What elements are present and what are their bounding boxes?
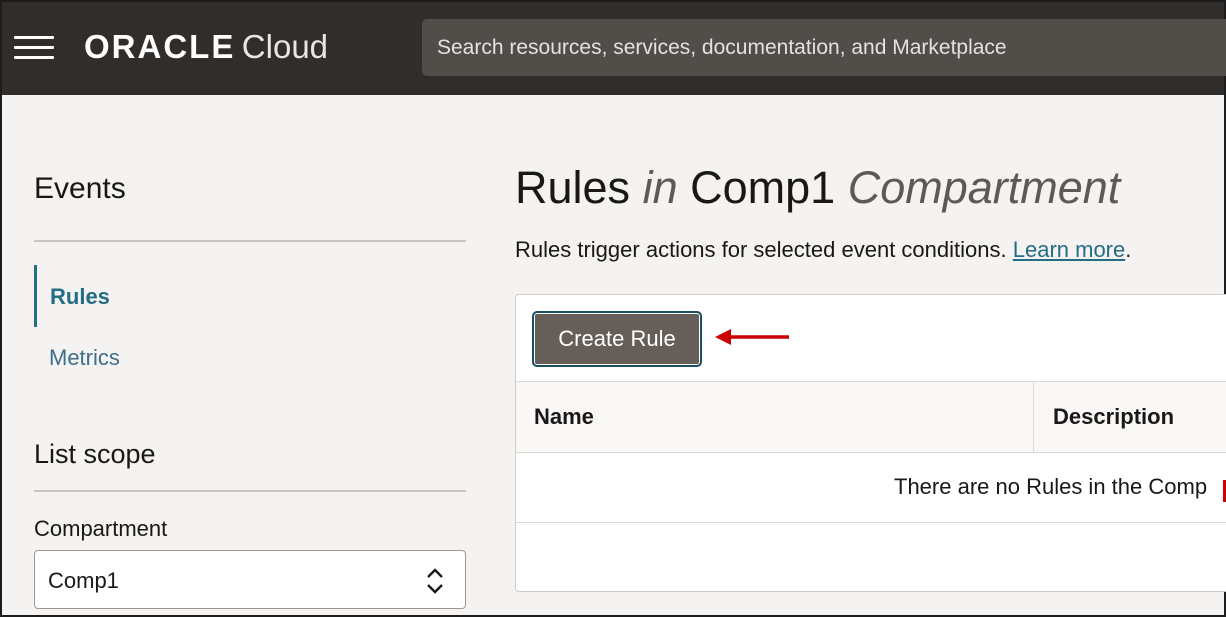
page-title-in: in [642, 162, 678, 213]
rules-table-panel: Create Rule Name Description There are n… [515, 294, 1226, 592]
hamburger-menu-icon[interactable] [14, 35, 56, 61]
empty-table-message: There are no Rules in the Comp [894, 474, 1208, 499]
red-arrow-annotation [715, 329, 789, 345]
compartment-label: Compartment [34, 516, 168, 541]
list-scope-divider [34, 490, 466, 492]
oracle-cloud-logo[interactable]: ORACLE Cloud [84, 28, 328, 68]
sidebar-item-metrics[interactable]: Metrics [49, 345, 120, 371]
search-input[interactable]: Search resources, services, documentatio… [422, 19, 1226, 76]
compartment-select[interactable]: Comp1 [34, 550, 466, 609]
create-rule-button[interactable]: Create Rule [532, 311, 702, 367]
list-scope-title: List scope [34, 439, 156, 469]
sidebar-item-rules-label: Rules [50, 284, 110, 309]
empty-table-row: There are no Rules in the Comp [516, 453, 1226, 523]
description-text: Rules trigger actions for selected event… [515, 237, 1007, 262]
sidebar-title: Events [34, 172, 126, 205]
table-header: Name Description [516, 381, 1226, 453]
learn-more-link[interactable]: Learn more [1013, 237, 1126, 262]
brand-cloud: Cloud [241, 28, 329, 65]
sidebar-item-rules[interactable]: Rules [34, 265, 234, 327]
page-title: Rules in Comp1 Compartment [515, 162, 1120, 214]
sidebar-divider [34, 240, 466, 242]
description-period: . [1125, 237, 1132, 262]
column-header-name[interactable]: Name [516, 382, 1034, 452]
page-title-rules: Rules [515, 162, 631, 213]
top-navigation-bar: ORACLE Cloud Search resources, services,… [2, 2, 1226, 95]
page-title-compartment-name: Comp1 [690, 162, 836, 213]
page-title-compartment: Compartment [847, 162, 1121, 213]
page-description: Rules trigger actions for selected event… [515, 237, 1131, 263]
chevron-up-down-icon [427, 568, 443, 594]
brand-oracle: ORACLE [84, 28, 236, 65]
compartment-select-value: Comp1 [48, 568, 119, 593]
column-header-description[interactable]: Description [1035, 382, 1226, 452]
